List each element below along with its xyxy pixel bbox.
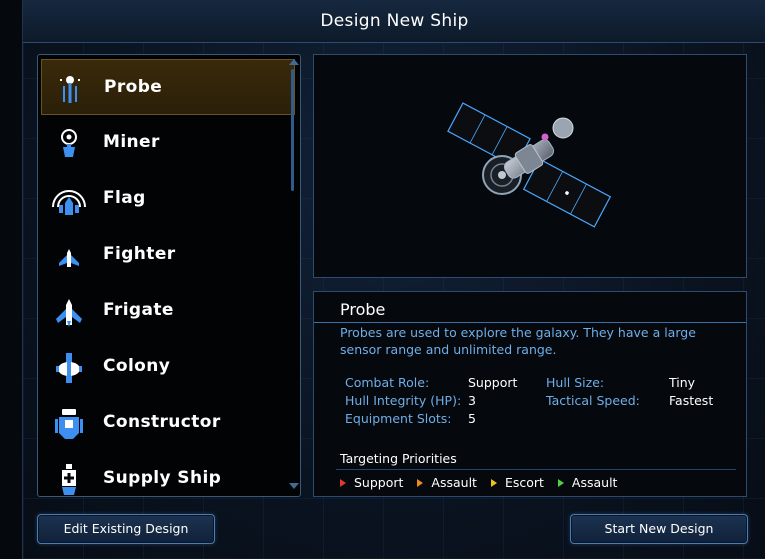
ship-item-frigate[interactable]: Frigate xyxy=(41,283,295,339)
combat-role-value: Support xyxy=(468,375,518,390)
scroll-thumb[interactable] xyxy=(291,69,294,191)
fighter-icon xyxy=(59,249,79,267)
priority-item: Escort xyxy=(504,475,544,490)
ship-item-flag[interactable]: Flag xyxy=(41,171,295,227)
ship-type-list[interactable]: Probe Miner Flag Fighter Frigate Colony … xyxy=(37,54,301,497)
probe-ship-model-image xyxy=(447,102,612,228)
start-new-design-button[interactable]: Start New Design xyxy=(570,514,748,544)
ship-item-label: Supply Ship xyxy=(103,468,222,488)
priority-arrow-icon xyxy=(340,479,346,487)
ship-name-heading: Probe xyxy=(340,300,386,319)
supply-ship-icon xyxy=(62,464,76,495)
ship-item-label: Flag xyxy=(103,188,146,208)
edit-existing-design-button[interactable]: Edit Existing Design xyxy=(37,514,215,544)
targeting-priorities-list: Support Assault Escort Assault xyxy=(340,475,627,490)
scroll-down-arrow-icon[interactable] xyxy=(289,483,299,489)
ship-description: Probes are used to explore the galaxy. T… xyxy=(340,325,696,357)
priority-arrow-icon xyxy=(417,479,424,487)
hull-integrity-value: 3 xyxy=(468,393,476,408)
ship-preview-panel xyxy=(313,54,747,278)
colony-icon xyxy=(56,353,82,383)
frigate-icon xyxy=(56,299,82,327)
ship-item-probe[interactable]: Probe xyxy=(41,59,295,115)
priority-item: Support xyxy=(354,475,404,490)
flag-icon xyxy=(52,190,86,215)
targeting-priorities-heading: Targeting Priorities xyxy=(340,451,457,466)
hull-size-label: Hull Size: xyxy=(546,375,605,390)
ship-item-constructor[interactable]: Constructor xyxy=(41,395,295,451)
ship-item-label: Colony xyxy=(103,356,171,376)
ship-item-fighter[interactable]: Fighter xyxy=(41,227,295,283)
priority-arrow-icon xyxy=(490,479,497,487)
ship-item-label: Frigate xyxy=(103,300,174,320)
divider xyxy=(336,469,736,470)
equipment-slots-value: 5 xyxy=(468,411,476,426)
ship-item-label: Probe xyxy=(104,77,163,97)
combat-role-label: Combat Role: xyxy=(345,375,430,390)
hull-integrity-label: Hull Integrity (HP): xyxy=(345,393,462,408)
ship-info-panel: Probe Probes are used to explore the gal… xyxy=(313,291,747,497)
probe-icon xyxy=(60,76,80,103)
ship-item-label: Miner xyxy=(103,132,160,152)
divider xyxy=(314,322,746,323)
ship-item-label: Constructor xyxy=(103,412,221,432)
list-scrollbar[interactable] xyxy=(289,59,299,489)
constructor-icon xyxy=(55,409,83,439)
equipment-slots-label: Equipment Slots: xyxy=(345,411,452,426)
hull-size-value: Tiny xyxy=(669,375,696,390)
ship-item-supply-ship[interactable]: Supply Ship xyxy=(41,451,295,496)
tactical-speed-value: Fastest xyxy=(669,393,714,408)
scroll-up-arrow-icon[interactable] xyxy=(289,59,299,65)
priority-arrow-icon xyxy=(557,479,564,487)
ship-item-colony[interactable]: Colony xyxy=(41,339,295,395)
ship-item-miner[interactable]: Miner xyxy=(41,115,295,171)
priority-item: Assault xyxy=(571,475,618,490)
tactical-speed-label: Tactical Speed: xyxy=(546,393,640,408)
title-bar: Design New Ship xyxy=(23,0,765,43)
priority-item: Assault xyxy=(431,475,477,490)
miner-icon xyxy=(61,129,77,157)
ship-item-label: Fighter xyxy=(103,244,176,264)
window-title: Design New Ship xyxy=(320,11,469,31)
